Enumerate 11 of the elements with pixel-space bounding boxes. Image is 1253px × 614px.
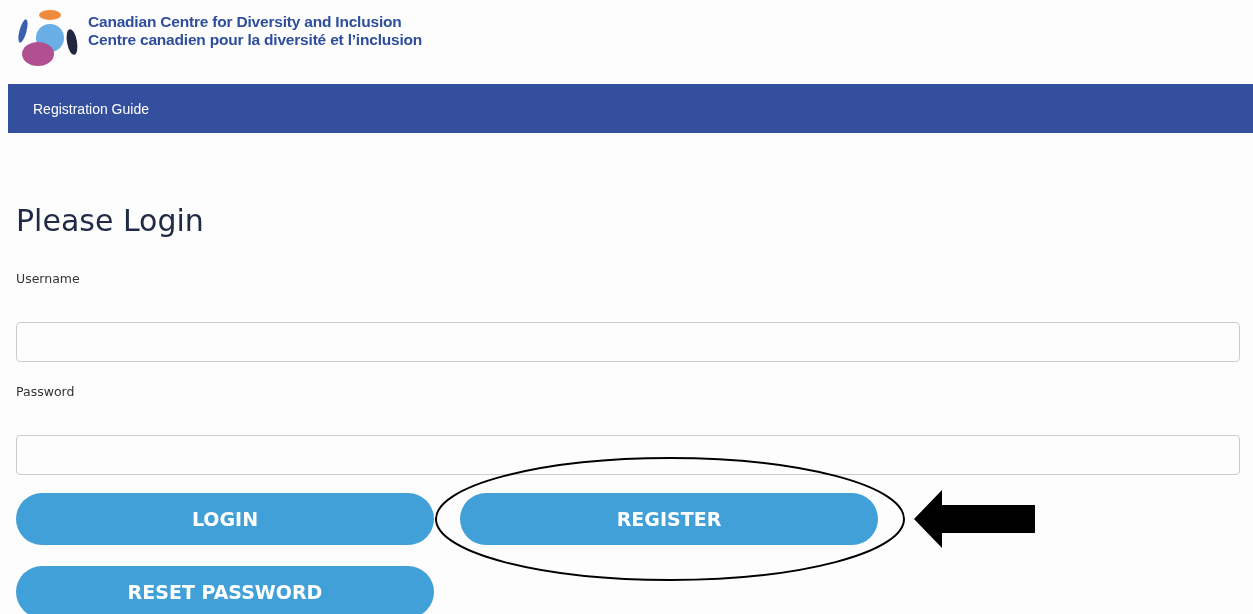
input-field[interactable]	[16, 435, 1240, 475]
nav-link[interactable]: Registration Guide	[33, 100, 149, 117]
input-field[interactable]	[16, 322, 1240, 362]
organization-name: Centre canadien pour la diversité et l’inclusion	[88, 31, 423, 49]
form-button[interactable]: LOGIN	[16, 493, 434, 545]
form-button[interactable]: RESET PASSWORD	[16, 566, 434, 614]
page-title: Please Login	[16, 203, 205, 239]
field-label: Username	[16, 271, 81, 288]
form-button[interactable]: REGISTER	[460, 493, 878, 545]
organization-name: Canadian Centre for Diversity and Inclusion	[88, 13, 403, 31]
field-label: Password	[16, 384, 76, 401]
